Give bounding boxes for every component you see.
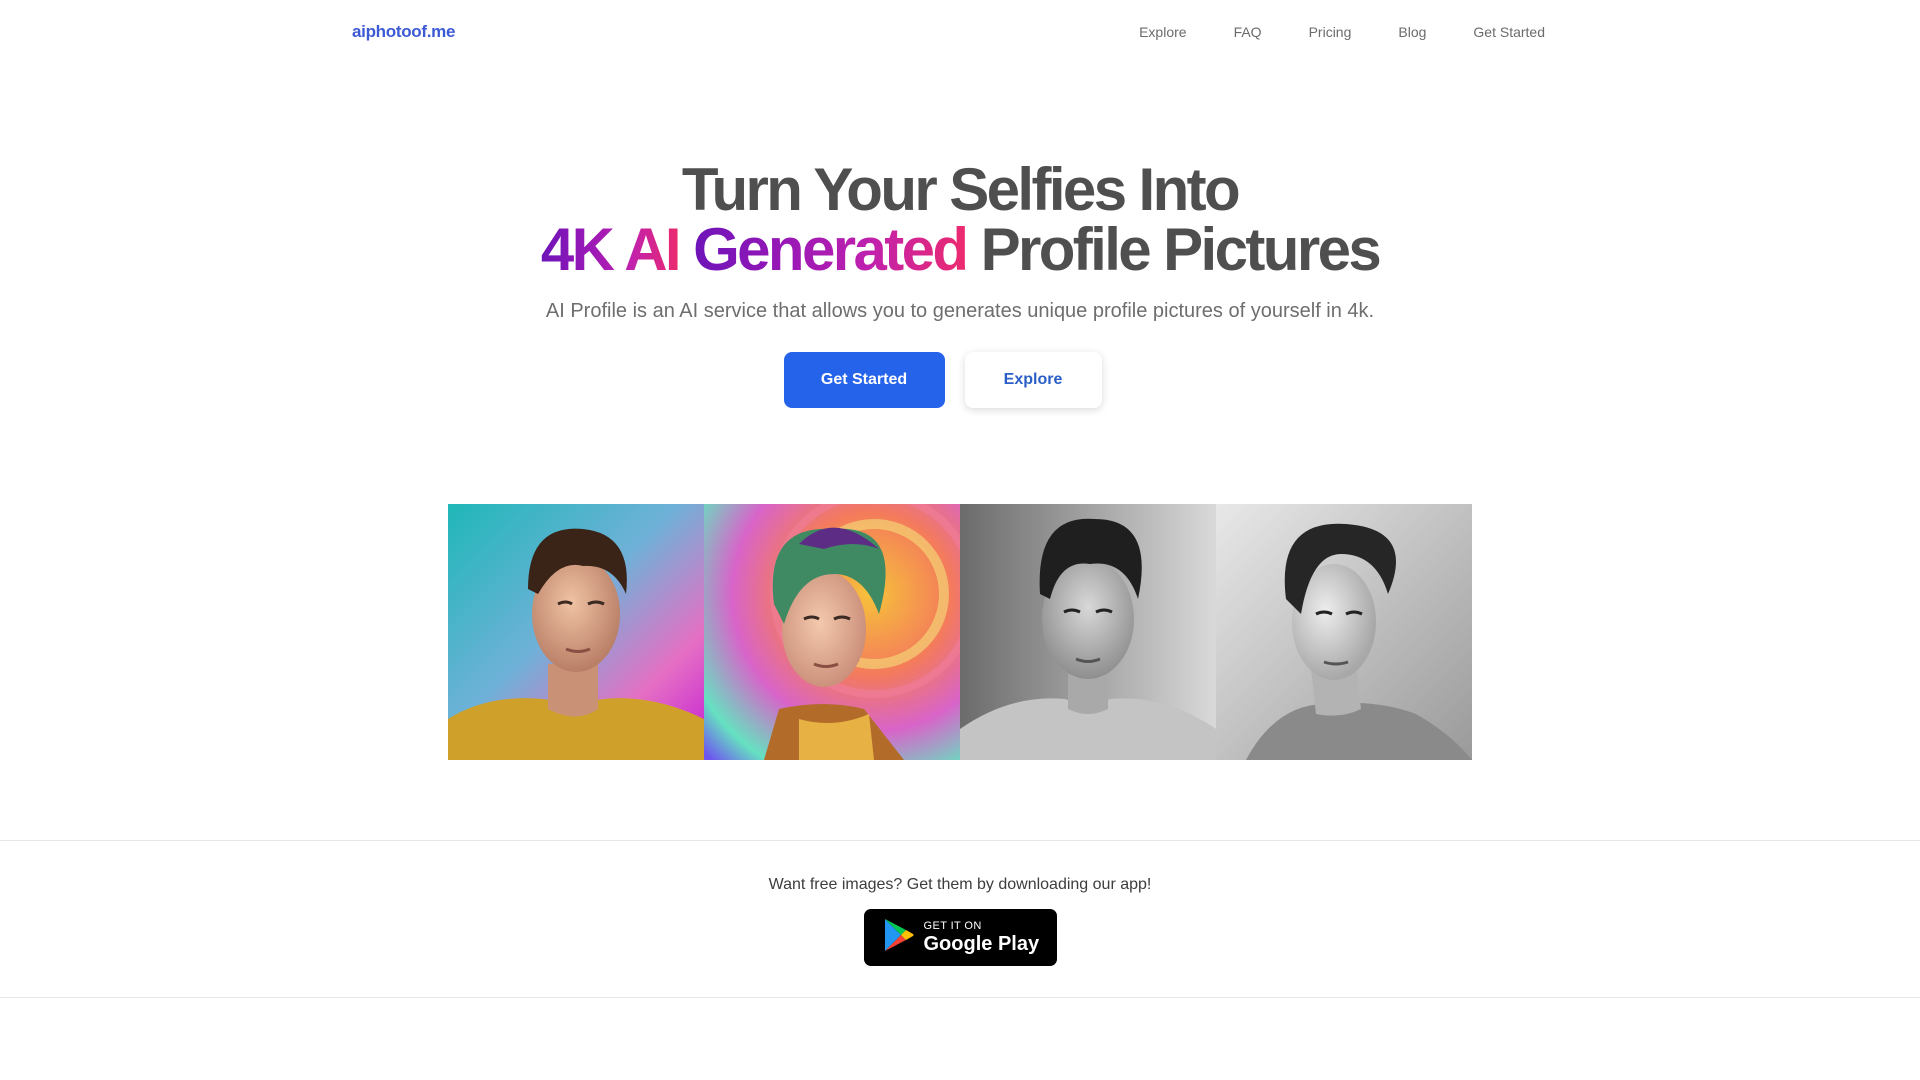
nav-link-get-started[interactable]: Get Started [1473, 24, 1545, 40]
hero-cta-row: Get Started Explore [0, 352, 1920, 408]
google-play-icon [884, 918, 914, 957]
explore-button[interactable]: Explore [964, 352, 1102, 408]
hero-title-highlight-b: Generated [693, 216, 969, 283]
site-logo[interactable]: aiphotoof.me [352, 22, 455, 42]
get-started-button[interactable]: Get Started [783, 352, 945, 408]
hero-section: Turn Your Selfies Into 4K AI Generated P… [0, 160, 1920, 323]
nav-link-pricing[interactable]: Pricing [1309, 24, 1352, 40]
hero-title-line-2: 4K AI Generated Profile Pictures [0, 220, 1920, 280]
hero-title-highlight-a: 4K AI [540, 216, 682, 283]
google-play-big-label: Google Play [923, 932, 1040, 955]
app-download-section: Want free images? Get them by downloadin… [0, 840, 1920, 998]
google-play-text: GET IT ON Google Play [924, 920, 1040, 956]
gallery-image-2 [704, 504, 960, 760]
top-nav: aiphotoof.me Explore FAQ Pricing Blog Ge… [0, 0, 1920, 68]
nav-link-explore[interactable]: Explore [1139, 24, 1186, 40]
nav-link-faq[interactable]: FAQ [1234, 24, 1262, 40]
gallery-image-3 [960, 504, 1216, 760]
google-play-small-label: GET IT ON [923, 919, 982, 932]
hero-title: Turn Your Selfies Into 4K AI Generated P… [0, 160, 1920, 280]
google-play-badge[interactable]: GET IT ON Google Play [863, 909, 1057, 966]
nav-link-blog[interactable]: Blog [1398, 24, 1426, 40]
nav-links: Explore FAQ Pricing Blog Get Started [1139, 24, 1545, 40]
hero-subtitle: AI Profile is an AI service that allows … [545, 300, 1375, 322]
hero-title-line-1: Turn Your Selfies Into [681, 156, 1241, 223]
sample-gallery [448, 504, 1472, 760]
gallery-image-4 [1216, 504, 1472, 760]
app-download-text: Want free images? Get them by downloadin… [768, 876, 1152, 893]
hero-title-rest: Profile Pictures [980, 216, 1382, 283]
gallery-image-1 [448, 504, 704, 760]
